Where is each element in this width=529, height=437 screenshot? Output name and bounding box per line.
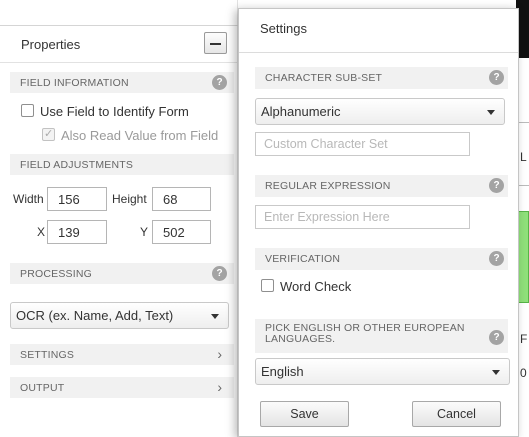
y-label: Y [140,225,149,239]
read-value-checkbox[interactable] [42,127,55,141]
help-icon[interactable]: ? [212,75,227,90]
language-header: PICK ENGLISH OR OTHER EUROPEAN LANGUAGES… [255,319,508,353]
character-subset-selected-value: Alphanumeric [261,104,341,119]
x-input[interactable]: 139 [47,220,107,244]
section-label: CHARACTER SUB-SET [265,72,383,84]
width-label: Width [13,192,44,206]
word-check-checkbox[interactable] [261,279,274,292]
help-icon[interactable]: ? [489,330,504,345]
use-field-checkbox[interactable] [21,104,34,117]
language-selected-value: English [261,364,304,379]
verification-header: VERIFICATION ? [255,248,508,270]
properties-panel: Properties FIELD INFORMATION ? Use Field… [0,0,238,437]
dialog-header-divider [239,52,518,53]
collapse-button[interactable] [204,32,227,54]
chevron-right-icon: › [217,346,222,362]
height-input[interactable]: 68 [152,187,211,211]
section-label: FIELD INFORMATION [20,77,129,89]
chevron-down-icon [211,314,219,319]
y-input[interactable]: 502 [152,220,211,244]
chevron-right-icon: › [217,379,222,395]
section-label: VERIFICATION [265,253,341,265]
section-label: PICK ENGLISH OR OTHER EUROPEAN LANGUAGES… [265,322,465,345]
regular-expression-input[interactable]: Enter Expression Here [255,205,470,229]
chevron-down-icon [487,110,495,115]
processing-select[interactable]: OCR (ex. Name, Add, Text) [10,302,229,329]
help-icon[interactable]: ? [212,266,227,281]
character-subset-select[interactable]: Alphanumeric [255,98,505,125]
language-select[interactable]: English [255,358,510,385]
save-button[interactable]: Save [260,401,349,427]
help-icon[interactable]: ? [489,178,504,193]
chevron-down-icon [492,370,500,375]
background-text-fragment: F [520,332,528,346]
cancel-button[interactable]: Cancel [412,401,501,427]
field-information-header: FIELD INFORMATION ? [10,72,234,93]
help-icon[interactable]: ? [489,70,504,85]
background-text-fragment: L [520,150,527,164]
processing-header: PROCESSING ? [10,263,234,284]
output-section-header[interactable]: OUTPUT › [10,377,234,398]
dialog-title: Settings [260,21,307,36]
field-adjustments-header: FIELD ADJUSTMENTS [10,154,234,175]
section-label: SETTINGS [20,349,75,361]
height-label: Height [112,192,147,206]
background-highlight-field [518,211,529,303]
panel-top-divider [0,25,238,26]
processing-selected-value: OCR (ex. Name, Add, Text) [16,308,174,323]
width-input[interactable]: 156 [47,187,107,211]
character-subset-header: CHARACTER SUB-SET ? [255,67,508,89]
section-label: PROCESSING [20,268,93,280]
settings-dialog: Settings CHARACTER SUB-SET ? Alphanumeri… [238,8,519,437]
word-check-label: Word Check [280,279,352,294]
section-label: REGULAR EXPRESSION [265,180,391,192]
section-label: OUTPUT [20,382,65,394]
regular-expression-header: REGULAR EXPRESSION ? [255,175,508,197]
x-label: X [37,225,46,239]
settings-section-header[interactable]: SETTINGS › [10,344,234,365]
panel-header-divider [0,62,238,63]
background-text-fragment: 0 [520,366,527,380]
read-value-label: Also Read Value from Field [61,128,219,143]
use-field-label: Use Field to Identify Form [40,104,189,119]
custom-character-set-input[interactable]: Custom Character Set [255,132,470,156]
section-label: FIELD ADJUSTMENTS [20,159,134,171]
help-icon[interactable]: ? [489,251,504,266]
panel-title: Properties [21,37,81,52]
